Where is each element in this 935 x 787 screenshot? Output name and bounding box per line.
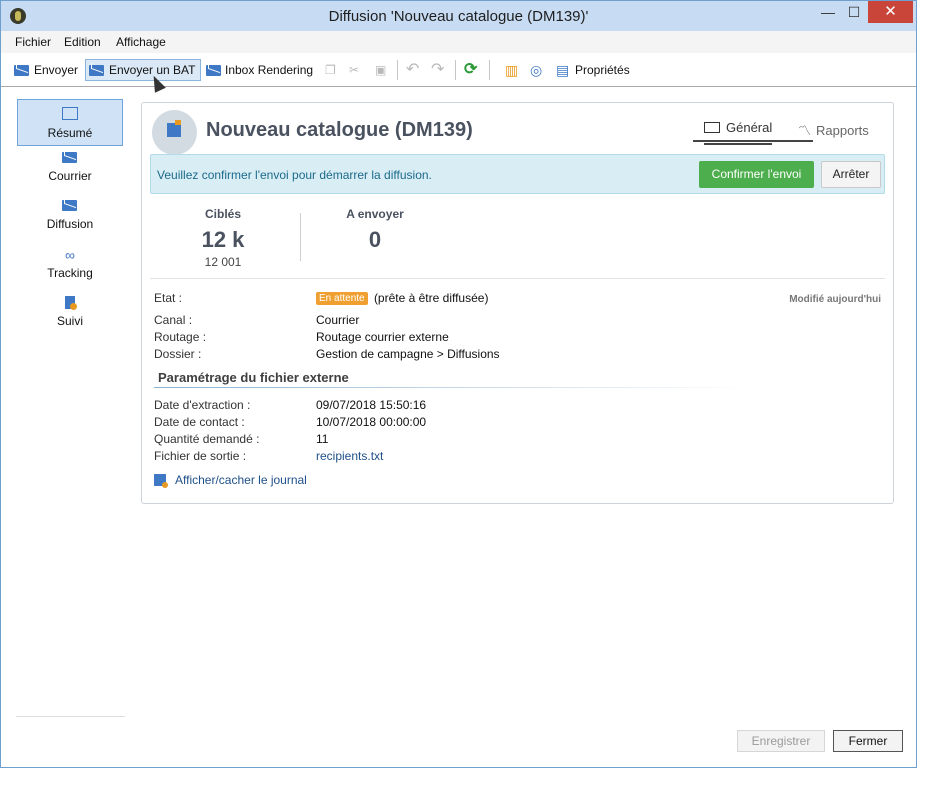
send-label: Envoyer xyxy=(34,63,79,77)
copy-icon[interactable]: ❐ xyxy=(325,59,339,81)
properties-button[interactable]: ▤ Propriétés xyxy=(555,59,635,81)
window-title: Diffusion 'Nouveau catalogue (DM139)' xyxy=(328,8,589,25)
external-file-section-title: Paramétrage du fichier externe xyxy=(154,370,748,388)
routing-label: Routage : xyxy=(154,330,207,344)
journal-icon xyxy=(154,474,168,488)
close-window-button[interactable]: ✕ xyxy=(868,1,913,23)
follow-up-icon xyxy=(62,296,78,310)
delivery-avatar xyxy=(152,110,197,155)
paste-icon[interactable]: ▣ xyxy=(375,59,389,81)
envelope-outline-icon xyxy=(704,122,720,133)
close-button[interactable]: Fermer xyxy=(833,730,903,752)
stop-button[interactable]: Arrêter xyxy=(821,161,881,188)
refresh-icon[interactable]: ⟳ xyxy=(464,59,480,81)
undo-icon[interactable]: ↶ xyxy=(406,59,422,81)
chart-line-icon: 〽 xyxy=(798,123,812,138)
gift-icon[interactable]: ▥ xyxy=(505,59,521,81)
menu-view[interactable]: Affichage xyxy=(116,35,166,49)
cut-icon[interactable]: ✂ xyxy=(349,59,363,81)
to-send-value: 0 xyxy=(368,227,382,252)
application-window: Diffusion 'Nouveau catalogue (DM139)' — … xyxy=(0,0,917,768)
sidebar-item-delivery[interactable]: Diffusion xyxy=(17,199,123,239)
send-proof-button[interactable]: Envoyer un BAT xyxy=(85,59,201,81)
envelope-check-icon xyxy=(89,65,104,76)
output-file-label: Fichier de sortie : xyxy=(154,449,247,463)
tab-label: Général xyxy=(726,120,773,135)
menu-file[interactable]: Fichier xyxy=(15,35,51,49)
menu-bar: Fichier Edition Affichage xyxy=(1,31,916,53)
active-tab-underline xyxy=(693,140,813,142)
page-title: Nouveau catalogue (DM139) xyxy=(206,119,473,141)
delivery-stats: Ciblés 12 k 12 001 A envoyer 0 xyxy=(150,201,885,279)
delivery-icon xyxy=(62,199,78,213)
delivery-add-icon[interactable]: ◎ xyxy=(530,59,546,81)
redo-icon[interactable]: ↷ xyxy=(431,59,447,81)
sidebar-item-label: Suivi xyxy=(56,314,83,328)
toolbar-separator xyxy=(455,60,456,80)
quantity-value: 11 xyxy=(316,432,329,446)
confirm-send-button[interactable]: Confirmer l'envoi xyxy=(699,161,814,188)
to-send-label: A envoyer xyxy=(346,207,404,221)
status-badge: En attente xyxy=(316,292,368,305)
quantity-label: Quantité demandé : xyxy=(154,432,260,446)
extraction-date-value: 09/07/2018 15:50:16 xyxy=(316,398,427,412)
state-value: En attente (prête à être diffusée) xyxy=(316,291,488,305)
direct-mail-icon xyxy=(167,120,181,137)
journal-toggle-link[interactable]: Afficher/cacher le journal xyxy=(175,473,307,487)
sidebar: Résumé Courrier Diffusion ∞ Tracking Sui… xyxy=(16,96,125,717)
save-button[interactable]: Enregistrer xyxy=(737,730,825,752)
sidebar-item-label: Diffusion xyxy=(46,217,94,231)
envelope-icon xyxy=(14,65,29,76)
routing-value: Routage courrier externe xyxy=(316,330,449,344)
tab-label: Rapports xyxy=(816,123,869,138)
sidebar-item-summary[interactable]: Résumé xyxy=(17,99,123,146)
modified-indicator: Modifié aujourd'hui xyxy=(789,294,881,305)
sidebar-item-label: Tracking xyxy=(47,266,93,280)
send-button[interactable]: Envoyer xyxy=(13,59,81,81)
confirmation-banner: Veuillez confirmer l'envoi pour démarrer… xyxy=(150,154,885,194)
toolbar: Envoyer Envoyer un BAT Inbox Rendering ❐… xyxy=(1,56,916,87)
toolbar-separator xyxy=(489,60,490,80)
sidebar-item-tracking[interactable]: ∞ Tracking xyxy=(17,248,123,288)
envelope-check-icon xyxy=(206,65,221,76)
folder-value: Gestion de campagne > Diffusions xyxy=(316,347,500,361)
properties-label: Propriétés xyxy=(575,63,630,77)
channel-label: Canal : xyxy=(154,313,193,327)
clipboard-icon: ▤ xyxy=(556,62,570,78)
sidebar-item-label: Courrier xyxy=(48,169,92,183)
summary-icon xyxy=(62,107,78,120)
maximize-button[interactable]: ☐ xyxy=(839,1,869,23)
sidebar-item-follow-up[interactable]: Suivi xyxy=(17,296,123,336)
targeted-label: Ciblés xyxy=(204,207,241,221)
channel-value: Courrier xyxy=(316,313,360,327)
stats-divider xyxy=(300,213,301,261)
sidebar-item-label: Résumé xyxy=(47,126,93,140)
state-label: Etat : xyxy=(154,291,183,305)
state-text: (prête à être diffusée) xyxy=(373,291,489,305)
targeted-exact: 12 001 xyxy=(204,255,242,269)
title-bar[interactable]: Diffusion 'Nouveau catalogue (DM139)' — … xyxy=(1,1,916,31)
extraction-date-label: Date d'extraction : xyxy=(154,398,251,412)
contact-date-value: 10/07/2018 00:00:00 xyxy=(316,415,427,429)
banner-message: Veuillez confirmer l'envoi pour démarrer… xyxy=(157,168,432,182)
toolbar-separator xyxy=(397,60,398,80)
menu-edit[interactable]: Edition xyxy=(64,35,101,49)
output-file-link[interactable]: recipients.txt xyxy=(316,449,383,463)
sidebar-item-mail[interactable]: Courrier xyxy=(17,151,123,191)
targeted-value: 12 k xyxy=(201,227,245,252)
contact-date-label: Date de contact : xyxy=(154,415,245,429)
inbox-rendering-label: Inbox Rendering xyxy=(225,63,314,77)
inbox-rendering-button[interactable]: Inbox Rendering xyxy=(205,59,315,81)
delivery-dashboard: Nouveau catalogue (DM139) Général 〽 Rappo… xyxy=(141,102,894,504)
tracking-icon: ∞ xyxy=(65,247,75,263)
mail-star-icon xyxy=(62,151,78,165)
folder-label: Dossier : xyxy=(154,347,202,361)
tab-reports[interactable]: 〽 Rapports xyxy=(798,120,869,139)
